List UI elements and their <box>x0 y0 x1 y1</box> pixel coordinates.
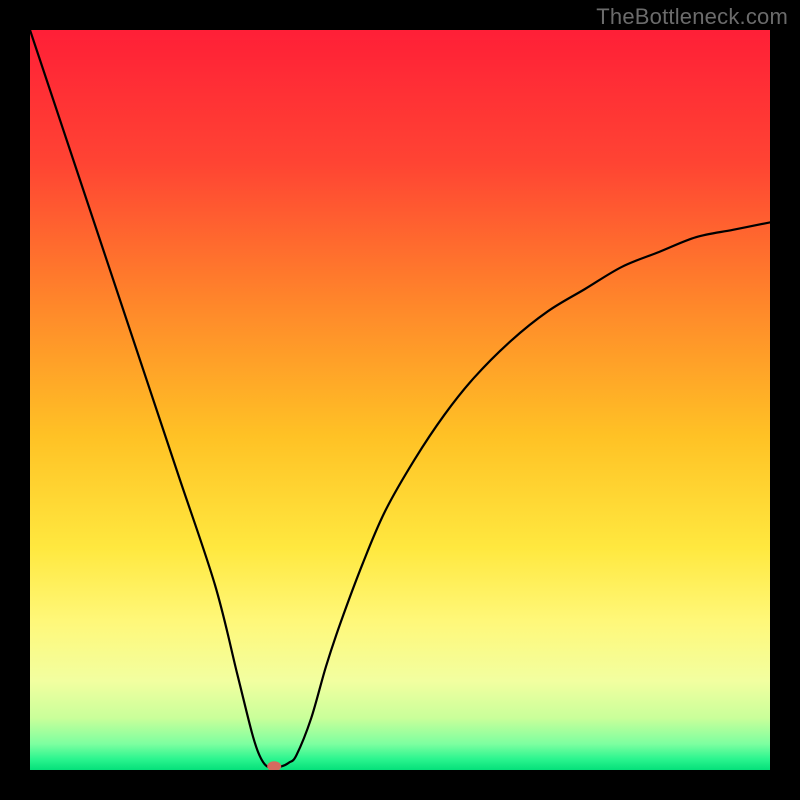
bottleneck-chart <box>30 30 770 770</box>
chart-frame <box>30 30 770 770</box>
watermark-text: TheBottleneck.com <box>596 4 788 30</box>
plot-background <box>30 30 770 770</box>
